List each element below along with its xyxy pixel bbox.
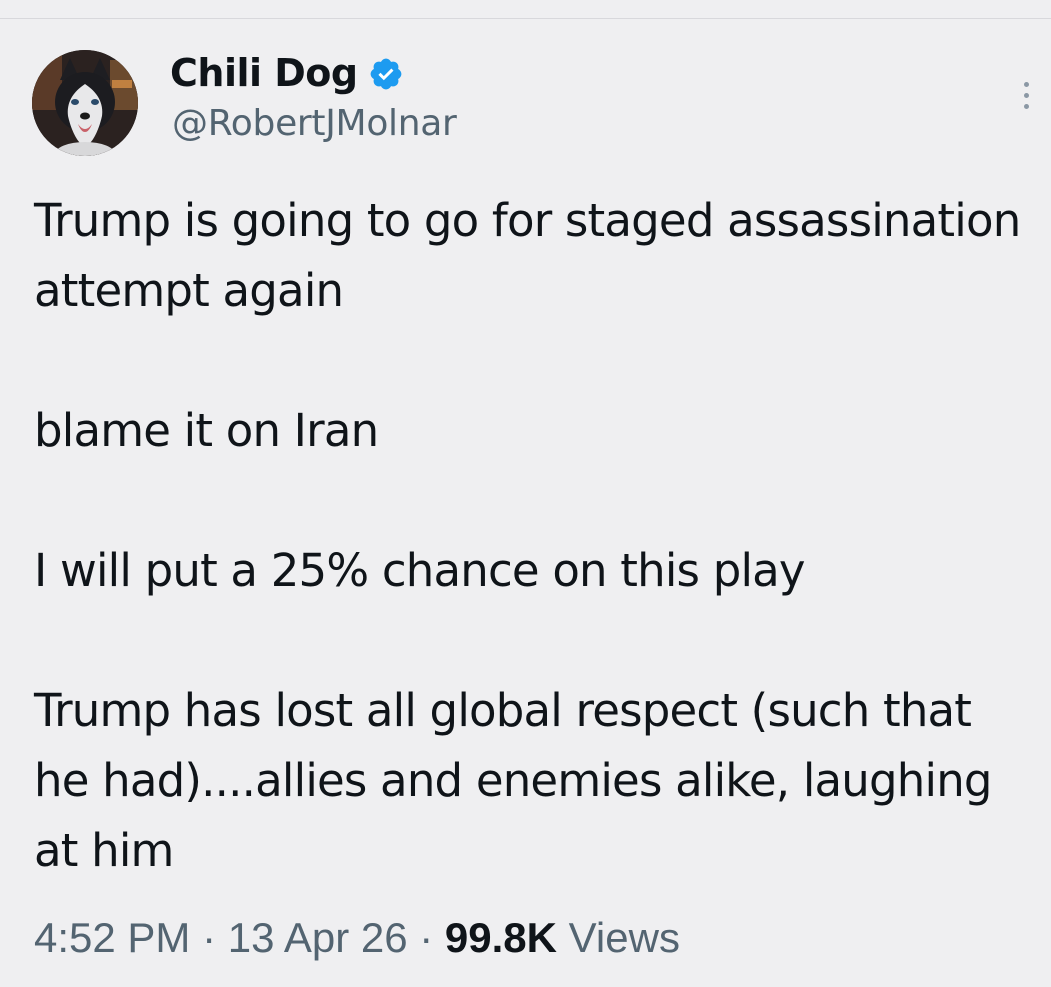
views-count: 99.8K <box>444 914 557 961</box>
meta-separator: · <box>202 914 217 961</box>
husky-avatar-icon <box>32 50 138 156</box>
avatar[interactable] <box>32 50 138 156</box>
tweet-paragraph: Trump has lost all global respect (such … <box>34 684 993 877</box>
top-divider <box>0 18 1051 19</box>
more-vertical-icon-dot <box>1023 92 1029 98</box>
more-options-button[interactable] <box>1008 70 1044 120</box>
author-handle[interactable]: @RobertJMolnar <box>172 106 457 142</box>
tweet-meta: 4:52 PM · 13 Apr 26 · 99.8K Views <box>34 910 680 966</box>
tweet-date[interactable]: 13 Apr 26 <box>228 914 408 961</box>
tweet-text: Trump is going to go for staged assassin… <box>34 186 1024 886</box>
views-label: Views <box>568 914 680 961</box>
tweet-paragraph: blame it on Iran <box>34 404 379 457</box>
tweet-card: Chili Dog @RobertJMolnar Trump is going … <box>0 0 1051 987</box>
more-vertical-icon-dot <box>1023 103 1029 109</box>
verified-badge-icon <box>368 56 404 92</box>
tweet-paragraph: Trump is going to go for staged assassin… <box>34 194 1021 317</box>
meta-separator: · <box>419 914 434 961</box>
author-display-name[interactable]: Chili Dog <box>170 54 358 92</box>
author-name-row: Chili Dog <box>170 48 404 98</box>
more-vertical-icon <box>1023 81 1029 87</box>
tweet-time[interactable]: 4:52 PM <box>34 914 190 961</box>
tweet-paragraph: I will put a 25% chance on this play <box>34 544 806 597</box>
